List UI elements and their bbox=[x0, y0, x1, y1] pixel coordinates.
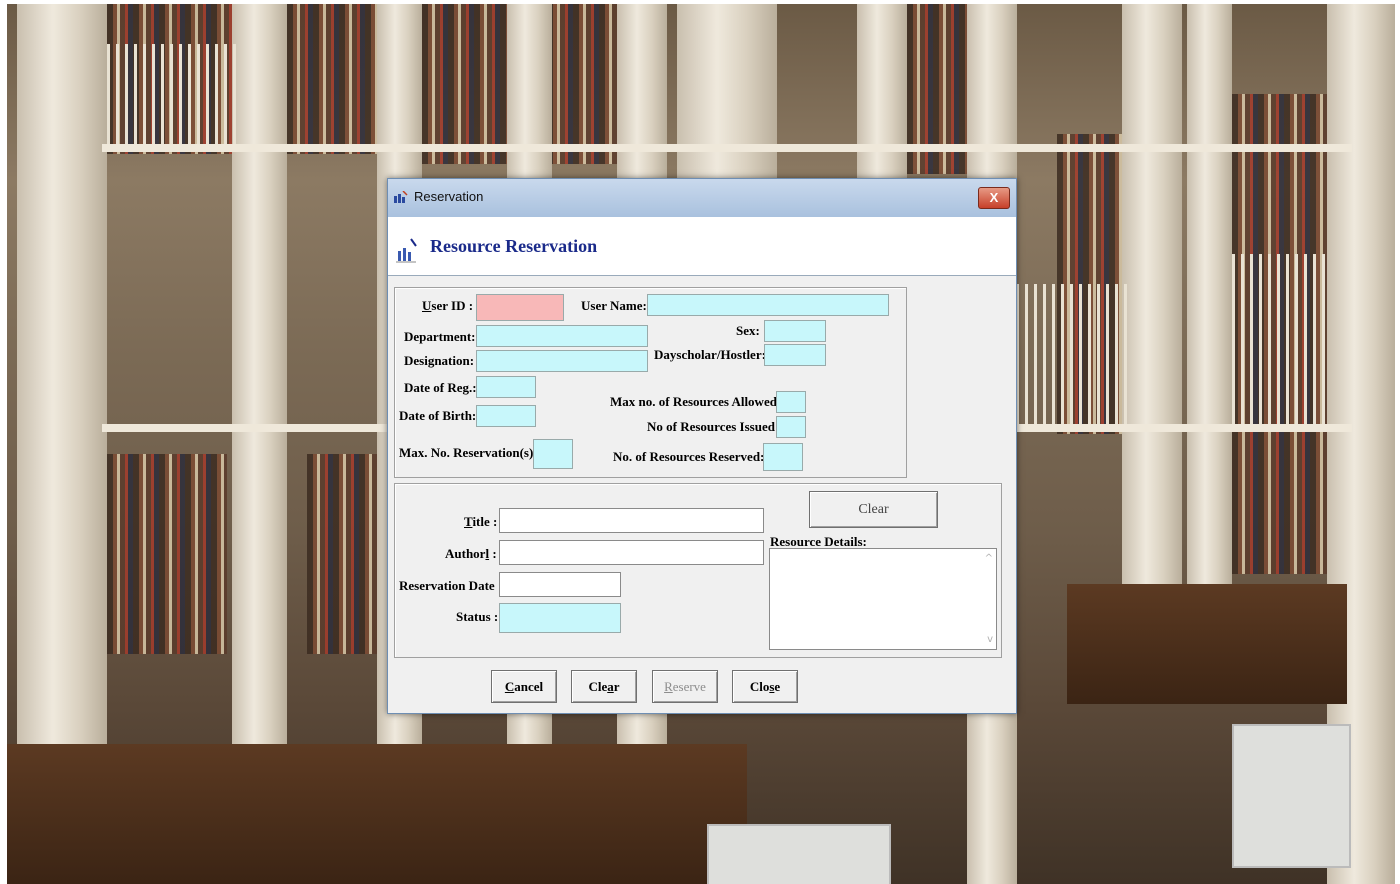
clear-label-pre: Cle bbox=[588, 679, 608, 694]
status-label: Status : bbox=[456, 609, 499, 624]
max-resources-allowed-label: Max no. of Resources Allowed: bbox=[610, 394, 782, 409]
reservation-dialog: Reservation X Resource Reservation User … bbox=[387, 178, 1017, 714]
app-icon bbox=[394, 191, 408, 203]
resources-reserved-label: No. of Resources Reserved: bbox=[613, 449, 765, 464]
max-reservations-label: Max. No. Reservation(s) : bbox=[399, 445, 541, 460]
user-info-group: User ID : User Name: Department: Sex: De… bbox=[394, 287, 907, 478]
designation-field[interactable] bbox=[476, 350, 648, 372]
close-label-pre: Clo bbox=[749, 679, 770, 694]
dayscholar-hostler-field[interactable] bbox=[764, 344, 826, 366]
department-label: Department: bbox=[404, 329, 476, 344]
clear-resource-button[interactable]: Clear bbox=[809, 491, 938, 528]
close-label-rest: e bbox=[774, 679, 781, 694]
resource-group: Title : Authorl : Reservation Date : Sta… bbox=[394, 483, 1002, 658]
reserve-button[interactable]: Reserve bbox=[652, 670, 718, 703]
cancel-mnemonic: C bbox=[504, 679, 515, 694]
reservation-date-label: Reservation Date : bbox=[399, 578, 503, 593]
scroll-down-icon[interactable]: v bbox=[987, 634, 993, 645]
title-input[interactable] bbox=[499, 508, 764, 533]
author-input[interactable] bbox=[499, 540, 764, 565]
scroll-up-icon[interactable]: ^ bbox=[985, 553, 993, 564]
resources-issued-field[interactable] bbox=[776, 416, 806, 438]
reserve-label: eserve bbox=[672, 679, 706, 694]
resource-details-textarea[interactable]: ^ v bbox=[769, 548, 997, 650]
reserve-mnemonic: R bbox=[664, 679, 673, 694]
clear-label-rest: r bbox=[613, 679, 620, 694]
clear-resource-label: Clear bbox=[858, 502, 889, 517]
dialog-title: Reservation bbox=[414, 189, 484, 204]
title-label: Title : bbox=[464, 514, 498, 529]
bookshelf-icon bbox=[396, 238, 417, 263]
date-of-birth-label: Date of Birth: bbox=[399, 408, 477, 423]
cancel-label: ancel bbox=[514, 679, 544, 694]
close-button[interactable]: Close bbox=[732, 670, 798, 703]
resources-reserved-field[interactable] bbox=[763, 443, 803, 471]
user-name-field[interactable] bbox=[647, 294, 889, 316]
resources-issued-label: No of Resources Issued: bbox=[647, 419, 780, 434]
date-of-reg-label: Date of Reg.: bbox=[404, 380, 477, 395]
max-resources-allowed-field[interactable] bbox=[776, 391, 806, 413]
cancel-button[interactable]: Cancel bbox=[491, 670, 557, 703]
date-of-birth-field[interactable] bbox=[476, 405, 536, 427]
dayscholar-hostler-label: Dayscholar/Hostler: bbox=[654, 347, 766, 362]
user-id-label: User ID : bbox=[422, 298, 474, 313]
designation-label: Designation: bbox=[404, 353, 475, 368]
date-of-reg-field[interactable] bbox=[476, 376, 536, 398]
author-label: Authorl : bbox=[445, 546, 497, 561]
user-id-input[interactable] bbox=[476, 294, 564, 321]
close-icon: X bbox=[989, 190, 999, 205]
department-field[interactable] bbox=[476, 325, 648, 347]
sex-field[interactable] bbox=[764, 320, 826, 342]
status-field[interactable] bbox=[499, 603, 621, 633]
form-header: Resource Reservation bbox=[388, 217, 1016, 276]
user-name-label: User Name: bbox=[581, 298, 647, 313]
max-reservations-field[interactable] bbox=[533, 439, 573, 469]
reservation-date-input[interactable] bbox=[499, 572, 621, 597]
sex-label: Sex: bbox=[736, 323, 760, 338]
clear-button[interactable]: Clear bbox=[571, 670, 637, 703]
close-window-button[interactable]: X bbox=[978, 187, 1010, 209]
dialog-title-bar[interactable]: Reservation X bbox=[388, 179, 1016, 217]
page-title: Resource Reservation bbox=[430, 236, 598, 256]
